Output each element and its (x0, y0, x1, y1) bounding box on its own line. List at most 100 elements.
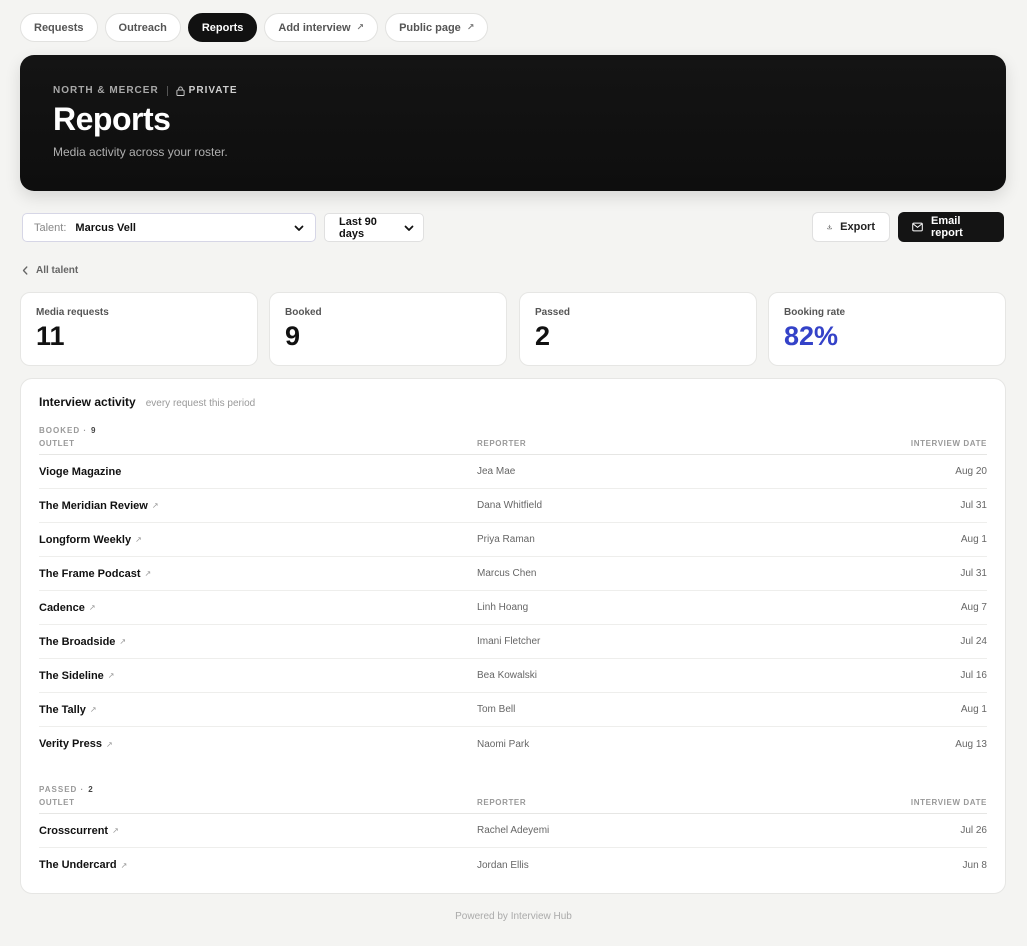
table-row[interactable]: The Tally ↗ Tom Bell Aug 1 (39, 693, 987, 727)
group-label-text: BOOKED · (39, 426, 87, 435)
table-row[interactable]: Vioge Magazine Jea Mae Aug 20 (39, 455, 987, 489)
stat-label: Media requests (36, 307, 109, 318)
outlet-cell[interactable]: Cadence ↗ (39, 602, 477, 614)
download-icon (827, 224, 832, 230)
external-link-icon[interactable]: ↗ (90, 705, 97, 714)
interview-date-cell: Jul 16 (960, 670, 987, 681)
table-header: OUTLET REPORTER INTERVIEW DATE (39, 798, 987, 814)
external-link-icon[interactable]: ↗ (119, 637, 126, 646)
export-label: Export (840, 221, 875, 233)
divider (166, 85, 168, 96)
external-link-icon[interactable]: ↗ (112, 826, 119, 835)
reporter-cell: Linh Hoang (477, 602, 529, 613)
footer-credit: Powered by Interview Hub (455, 911, 572, 922)
tab-public-page[interactable]: Public page ↗ (385, 13, 489, 42)
top-nav: Requests Outreach Reports Add interview ↗… (20, 13, 489, 42)
table-row[interactable]: Verity Press ↗ Naomi Park Aug 13 (39, 727, 987, 761)
outlet-cell[interactable]: The Broadside ↗ (39, 636, 477, 648)
table-row[interactable]: The Broadside ↗ Imani Fletcher Jul 24 (39, 625, 987, 659)
table-row[interactable]: The Meridian Review ↗ Dana Whitfield Jul 31 (39, 489, 987, 523)
chevron-left-icon (22, 266, 28, 275)
outlet-cell[interactable]: The Frame Podcast ↗ (39, 568, 477, 580)
period-select[interactable]: Last 90 days (324, 213, 424, 242)
tab-outreach[interactable]: Outreach (104, 13, 181, 42)
tab-add-interview[interactable]: Add interview ↗ (264, 13, 379, 42)
all-talent-label: All talent (36, 265, 79, 276)
interview-date-cell: Jul 31 (960, 568, 987, 579)
external-link-icon[interactable]: ↗ (106, 740, 113, 749)
email-report-label: Email report (931, 215, 963, 239)
external-link-icon[interactable]: ↗ (152, 501, 159, 510)
stat-value: 11 (36, 321, 65, 351)
booked-table: Vioge Magazine Jea Mae Aug 20 The Meridian … (39, 455, 987, 761)
outlet-name: Verity Press (39, 738, 102, 750)
external-link-icon[interactable]: ↗ (121, 861, 128, 870)
group-count: 2 (88, 785, 94, 794)
interview-date-cell: Aug 1 (960, 534, 987, 545)
external-link-icon[interactable]: ↗ (108, 671, 115, 680)
stat-label: Booked (285, 307, 322, 318)
table-row[interactable]: The Frame Podcast ↗ Marcus Chen Jul 31 (39, 557, 987, 591)
hero-banner: NORTH & MERCER PRIVATE Reports Media act… (20, 55, 1006, 191)
outlet-cell[interactable]: Vioge Magazine (39, 466, 477, 478)
stat-card-booking-rate: Booking rate 82% (768, 292, 1006, 366)
stat-card-passed: Passed 2 (519, 292, 757, 366)
interview-date-cell: Jul 24 (960, 636, 987, 647)
column-header-date: INTERVIEW DATE (910, 798, 987, 807)
table-row[interactable]: Crosscurrent ↗ Rachel Adeyemi Jul 26 (39, 814, 987, 848)
export-button[interactable]: Export (812, 212, 890, 242)
period-select-value: Last 90 days (339, 215, 377, 240)
external-link-icon[interactable]: ↗ (144, 569, 151, 578)
stat-value: 9 (285, 321, 301, 351)
interview-date-cell: Aug 1 (960, 704, 987, 715)
interview-date-cell: Jul 26 (960, 825, 987, 836)
table-row[interactable]: Cadence ↗ Linh Hoang Aug 7 (39, 591, 987, 625)
external-link-icon[interactable]: ↗ (89, 603, 96, 612)
outlet-name: The Frame Podcast (39, 567, 141, 580)
table-row[interactable]: Longform Weekly ↗ Priya Raman Aug 1 (39, 523, 987, 557)
panel-header: Interview activity every request this pe… (39, 395, 987, 409)
table-row[interactable]: The Undercard ↗ Jordan Ellis Jun 8 (39, 848, 987, 882)
table-row[interactable]: The Sideline ↗ Bea Kowalski Jul 16 (39, 659, 987, 693)
passed-group-label: PASSED · 2 (39, 785, 987, 794)
column-header-reporter: REPORTER (477, 798, 527, 807)
outlet-cell[interactable]: The Tally ↗ (39, 704, 477, 716)
reporter-cell: Imani Fletcher (477, 636, 541, 647)
tab-label: Requests (34, 21, 84, 34)
outlet-name: The Meridian Review (39, 499, 148, 512)
all-talent-link[interactable]: All talent (22, 265, 78, 276)
interview-activity-panel: Interview activity every request this pe… (20, 378, 1006, 894)
email-report-button[interactable]: Email report (898, 212, 1004, 242)
hero-meta: NORTH & MERCER PRIVATE (53, 85, 973, 96)
interview-date-cell: Aug 20 (955, 466, 987, 477)
outlet-cell[interactable]: The Meridian Review ↗ (39, 500, 477, 512)
tab-requests[interactable]: Requests (20, 13, 98, 42)
external-link-icon[interactable]: ↗ (135, 535, 142, 544)
outlet-cell[interactable]: The Undercard ↗ (39, 859, 477, 871)
visibility-badge: PRIVATE (176, 85, 238, 96)
outlet-name: The Tally (39, 703, 86, 716)
reporter-cell: Tom Bell (477, 704, 516, 715)
reporter-cell: Bea Kowalski (477, 670, 538, 681)
column-header-reporter: REPORTER (477, 439, 527, 448)
reporter-cell: Rachel Adeyemi (477, 825, 550, 836)
reporter-cell: Naomi Park (477, 738, 530, 750)
outlet-cell[interactable]: Longform Weekly ↗ (39, 534, 477, 546)
reporter-cell: Dana Whitfield (477, 500, 543, 511)
stat-card-booked: Booked 9 (269, 292, 507, 366)
lock-icon (176, 86, 185, 96)
reporter-cell: Marcus Chen (477, 568, 537, 579)
org-name: NORTH & MERCER (53, 85, 159, 96)
outlet-cell[interactable]: Crosscurrent ↗ (39, 825, 477, 837)
interview-date-cell: Aug 7 (960, 602, 987, 613)
outlet-cell[interactable]: The Sideline ↗ (39, 670, 477, 682)
talent-select[interactable]: Talent: Marcus Vell (22, 213, 316, 242)
external-link-icon: ↗ (356, 22, 365, 32)
booked-group-label: BOOKED · 9 (39, 426, 987, 435)
tab-label: Reports (201, 21, 244, 34)
reporter-cell: Priya Raman (477, 534, 535, 545)
page-title: Reports (53, 101, 171, 137)
tab-reports[interactable]: Reports (187, 13, 258, 42)
outlet-name: Vioge Magazine (39, 465, 122, 478)
outlet-cell[interactable]: Verity Press ↗ (39, 738, 477, 750)
